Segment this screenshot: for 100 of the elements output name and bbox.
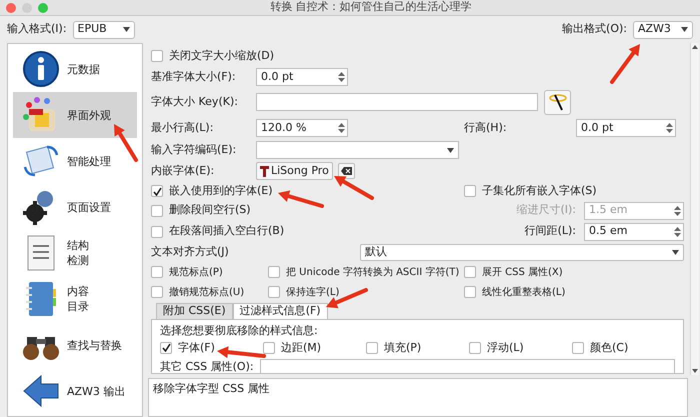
field-label: 基准字体大小(F): bbox=[151, 68, 237, 85]
number-field[interactable]: 0.0 pt bbox=[576, 119, 676, 137]
checkbox-label: 边距(M) bbox=[281, 340, 322, 356]
checkbox-label: 删除段间空行(S) bbox=[169, 202, 251, 218]
info-icon bbox=[21, 49, 61, 89]
checkbox-label: 规范标点(P) bbox=[169, 266, 223, 280]
sidebar-item-label: 查找与替换 bbox=[67, 338, 122, 352]
field-label: 字体大小 Key(K): bbox=[151, 94, 239, 110]
field-label: 缩进尺寸(I): bbox=[516, 202, 576, 218]
justification-dropdown[interactable]: 默认 bbox=[360, 244, 684, 260]
dropdown-arrow-icon bbox=[681, 27, 688, 32]
sidebar-item[interactable]: 元数据 bbox=[13, 46, 137, 92]
checkbox-label: 线性化重整表格(L) bbox=[482, 286, 566, 300]
checkbox[interactable] bbox=[268, 286, 280, 298]
sidebar-item-label: 检测 bbox=[67, 253, 89, 268]
checkbox[interactable] bbox=[464, 185, 476, 197]
output-format-label: 输出格式(O): bbox=[562, 21, 627, 38]
checkbox-label: 颜色(C) bbox=[590, 340, 628, 356]
checkbox-label: 关闭文字大小缩放(D) bbox=[169, 48, 274, 64]
checkbox-label: 嵌入使用到的字体(E) bbox=[169, 182, 273, 199]
field-label: 最小行高(L): bbox=[151, 120, 214, 136]
number-field[interactable]: 0.5 em bbox=[584, 222, 684, 240]
checkbox-label: 在段落间插入空白行(B) bbox=[169, 223, 284, 240]
field-label: 其它 CSS 属性(O): bbox=[160, 359, 254, 373]
zoom-button[interactable] bbox=[38, 2, 48, 12]
spinner-arrows-icon bbox=[338, 122, 345, 134]
checkbox[interactable] bbox=[366, 342, 378, 354]
sidebar-item[interactable]: 智能处理 bbox=[13, 138, 137, 184]
checkbox-label: 浮动(L) bbox=[487, 340, 524, 356]
filter-prompt: 选择您想要彻底移除的样式信息: bbox=[160, 323, 319, 339]
window-title: 转换 自控术：如何管住自己的生活心理学 bbox=[269, 0, 473, 16]
checkbox[interactable] bbox=[572, 342, 584, 354]
sidebar-item-label: 智能处理 bbox=[67, 154, 111, 168]
tab[interactable]: 过滤样式信息(F) bbox=[232, 303, 328, 319]
scroll-up-icon bbox=[692, 45, 698, 49]
arrow-annotation bbox=[278, 190, 324, 208]
wand-button[interactable] bbox=[544, 90, 571, 114]
checkbox[interactable] bbox=[464, 286, 476, 298]
spinner-arrows-icon bbox=[674, 204, 681, 216]
sidebar-item-label: 目录 bbox=[67, 299, 89, 314]
dropdown-arrow-icon bbox=[447, 148, 454, 152]
checkbox[interactable] bbox=[151, 50, 163, 62]
input-field[interactable] bbox=[256, 93, 538, 111]
spinner-arrows-icon bbox=[666, 122, 673, 134]
checkbox-label: 展开 CSS 属性(X) bbox=[482, 266, 563, 280]
field-label: 行间距(L): bbox=[524, 223, 576, 240]
arrow-annotation bbox=[217, 346, 266, 358]
scrollbar[interactable] bbox=[690, 43, 699, 375]
font-icon bbox=[260, 166, 269, 176]
checkbox[interactable] bbox=[151, 286, 163, 298]
sidebar-item[interactable]: 查找与替换 bbox=[13, 322, 137, 368]
checkbox-label: 撤销规范标点(U) bbox=[169, 286, 244, 300]
font-picker-button[interactable]: LiSong Pro bbox=[256, 162, 333, 180]
clear-button[interactable] bbox=[338, 163, 355, 179]
checkmark-icon bbox=[152, 186, 162, 196]
number-field[interactable]: 120.0 % bbox=[256, 119, 348, 137]
tab[interactable]: 附加 CSS(E) bbox=[156, 303, 233, 319]
output-format-dropdown[interactable]: AZW3 bbox=[633, 20, 693, 38]
clear-icon bbox=[340, 167, 352, 175]
magic-wand-icon bbox=[548, 92, 568, 112]
sidebar-item-label: 页面设置 bbox=[67, 200, 111, 214]
checkbox[interactable] bbox=[464, 266, 476, 278]
sidebar-item-label: 界面外观 bbox=[67, 108, 111, 122]
checkmark-icon bbox=[162, 343, 170, 352]
checkbox[interactable] bbox=[151, 226, 163, 238]
close-button[interactable] bbox=[6, 2, 16, 12]
checkbox[interactable] bbox=[263, 342, 275, 354]
input-format-label: 输入格式(I): bbox=[7, 21, 67, 38]
field-label: 内嵌字体(E): bbox=[151, 162, 216, 179]
sidebar-item[interactable]: AZW3 输出 bbox=[13, 368, 137, 414]
checkbox[interactable] bbox=[160, 342, 172, 354]
sidebar-item[interactable]: 界面外观 bbox=[13, 92, 137, 138]
sidebar-item-label: 结构 bbox=[67, 238, 89, 253]
dropdown-arrow-icon bbox=[122, 27, 130, 32]
checkbox-label: 把 Unicode 字符转换为 ASCII 字符(T) bbox=[286, 266, 460, 280]
field-label: 行高(H): bbox=[464, 120, 508, 136]
sidebar-item[interactable]: 页面设置 bbox=[13, 184, 137, 230]
sidebar-item-label: AZW3 输出 bbox=[67, 384, 126, 398]
field-label: 输入字符编码(E): bbox=[151, 142, 238, 158]
checkbox[interactable] bbox=[268, 266, 280, 278]
checkbox[interactable] bbox=[151, 185, 163, 197]
checkbox-label: 字体(F) bbox=[178, 340, 215, 356]
arrow-annotation bbox=[326, 288, 368, 308]
sidebar-item-label: 内容 bbox=[67, 284, 89, 299]
arrow-annotation bbox=[334, 176, 374, 200]
checkbox-label: 填充(P) bbox=[384, 340, 422, 356]
input-field[interactable] bbox=[260, 359, 675, 373]
arrow-annotation bbox=[610, 44, 640, 84]
number-field[interactable]: 0.0 pt bbox=[256, 68, 348, 86]
checkbox[interactable] bbox=[469, 342, 481, 354]
checkbox-label: 保持连字(L) bbox=[286, 286, 340, 300]
input-format-dropdown[interactable]: EPUB bbox=[72, 20, 135, 38]
checkbox[interactable] bbox=[151, 266, 163, 278]
help-text: 移除字体字型 CSS 属性 bbox=[153, 382, 270, 395]
arrow-annotation bbox=[114, 124, 138, 162]
scroll-down-icon bbox=[692, 369, 698, 373]
sidebar-item[interactable]: 内容 目录 bbox=[13, 276, 137, 322]
sidebar-item[interactable]: 结构 检测 bbox=[13, 230, 137, 276]
dropdown-arrow-icon bbox=[672, 250, 679, 254]
checkbox[interactable] bbox=[151, 204, 163, 216]
